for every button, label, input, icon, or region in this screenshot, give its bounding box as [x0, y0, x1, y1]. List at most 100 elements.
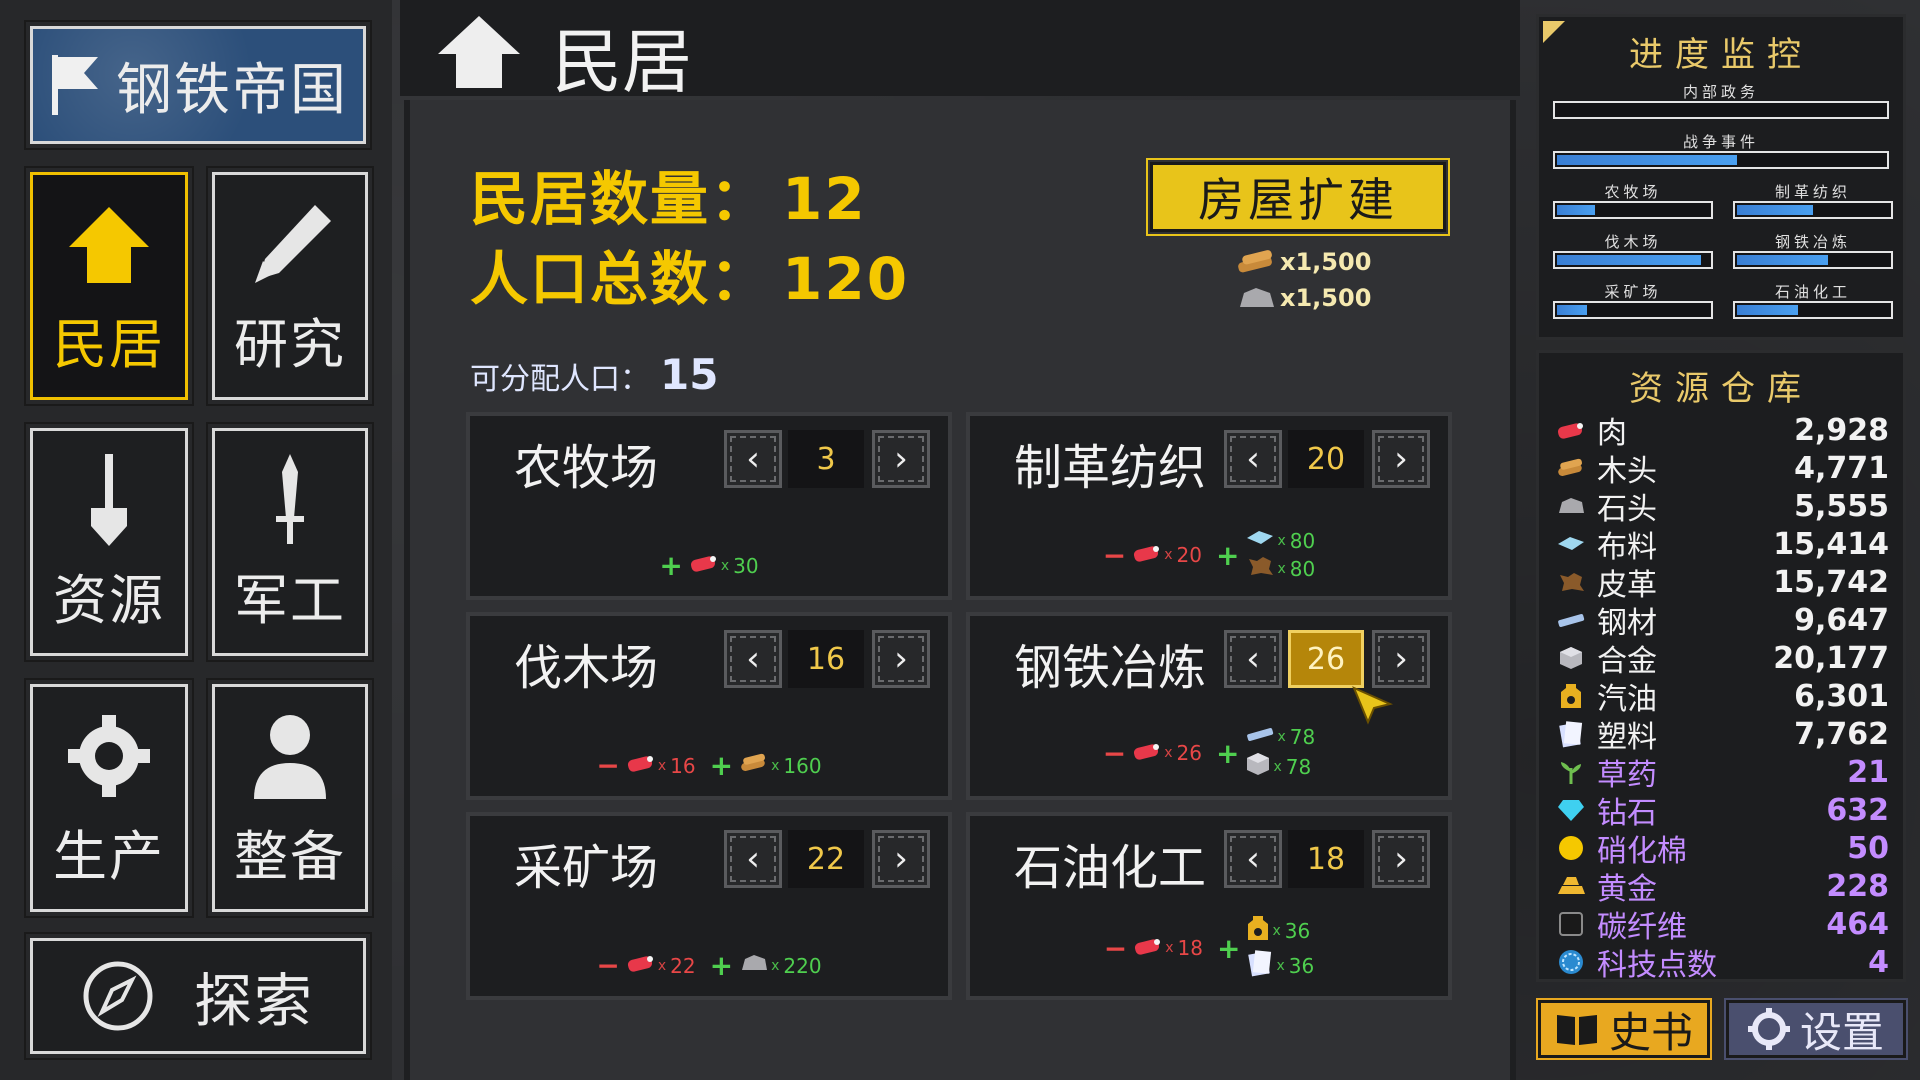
sword-icon — [240, 450, 340, 550]
nav-housing[interactable]: 民居 — [24, 166, 194, 406]
multiplier-x: x — [1164, 547, 1173, 563]
output-stack: x 80 x 80 — [1245, 528, 1315, 582]
progress-label: 石油化工 — [1774, 283, 1851, 301]
facility-card: 制革纺织 ‹ 20 › − x 20 + x 80 x 80 — [966, 412, 1452, 600]
herb-icon — [1553, 757, 1589, 787]
explore-button[interactable]: 探索 — [24, 932, 372, 1060]
nav-production[interactable]: 生产 — [24, 678, 194, 918]
progress-bar — [1733, 301, 1893, 319]
chevron-left-icon: ‹ — [746, 839, 760, 879]
effect-sign: + — [1216, 736, 1240, 770]
steel-icon — [1553, 605, 1589, 635]
multiplier-x: x — [1273, 758, 1282, 775]
effect: + x 220 — [710, 949, 822, 982]
facility-name: 农牧场 — [514, 440, 659, 496]
decrease-button[interactable]: ‹ — [1224, 830, 1282, 888]
resource-row: 汽油 6,301 — [1553, 677, 1889, 717]
resource-value: 20,177 — [1773, 640, 1889, 676]
history-button[interactable]: 史书 — [1536, 998, 1712, 1060]
effect: + x 30 — [659, 549, 758, 582]
worker-count-input[interactable]: 3 — [788, 430, 864, 488]
increase-button[interactable]: › — [872, 430, 930, 488]
multiplier-x: x — [771, 957, 780, 974]
worker-count-input[interactable]: 18 — [1288, 830, 1364, 888]
nav-military[interactable]: 军工 — [206, 422, 374, 662]
resource-row: 钻石 632 — [1553, 791, 1889, 831]
nav-equip[interactable]: 整备 — [206, 678, 374, 918]
worker-count-input[interactable]: 20 — [1288, 430, 1364, 488]
resource-value: 228 — [1826, 868, 1889, 904]
nav-research-label: 研究 — [234, 312, 346, 376]
multiplier-x: x — [720, 557, 730, 574]
meat-icon — [626, 753, 656, 778]
effect-amount: 22 — [670, 953, 696, 978]
increase-button[interactable]: › — [872, 830, 930, 888]
multiplier-x: x — [1165, 940, 1174, 956]
housing-count: 民居数量： 12 — [470, 152, 867, 236]
facility-effects: − x 16 + x 160 — [470, 749, 948, 782]
nav-resources[interactable]: 资源 — [24, 422, 194, 662]
effect-amount: 26 — [1176, 741, 1202, 765]
effect-sign: − — [596, 749, 620, 782]
expand-housing-button[interactable]: 房屋扩建 — [1146, 158, 1450, 236]
available-population: 可分配人口： 15 — [470, 350, 718, 399]
nav-research[interactable]: 研究 — [206, 166, 374, 406]
alloy-icon — [1553, 643, 1589, 673]
facility-card: 采矿场 ‹ 22 › − x 22 + x 220 — [466, 812, 952, 1000]
increase-button[interactable]: › — [1372, 630, 1430, 688]
gear-icon — [1747, 1008, 1790, 1050]
effect-amount: 18 — [1177, 936, 1203, 960]
settings-button[interactable]: 设置 — [1724, 998, 1908, 1060]
output-item: x 78 — [1245, 724, 1315, 749]
progress-fill — [1737, 205, 1813, 215]
resource-value: 7,762 — [1794, 716, 1889, 752]
resource-row: 科技点数 4 — [1553, 943, 1889, 983]
population-total: 人口总数： 120 — [470, 232, 909, 316]
diamond-icon — [1553, 795, 1589, 825]
effect-sign: + — [659, 549, 683, 582]
decrease-button[interactable]: ‹ — [724, 630, 782, 688]
progress-label: 采矿场 — [1604, 283, 1662, 301]
output-item: x 36 — [1246, 949, 1314, 982]
oil-icon — [1553, 681, 1589, 711]
progress-bar — [1733, 251, 1893, 269]
steel-icon — [1245, 724, 1275, 749]
resource-value: 464 — [1826, 906, 1889, 942]
person-icon — [240, 706, 340, 806]
increase-button[interactable]: › — [1372, 430, 1430, 488]
facility-name: 制革纺织 — [1014, 440, 1207, 496]
progress-bar — [1553, 301, 1713, 319]
worker-count-input[interactable]: 16 — [788, 630, 864, 688]
resource-value: 9,647 — [1794, 602, 1889, 638]
available-value: 15 — [660, 350, 719, 399]
decrease-button[interactable]: ‹ — [1224, 630, 1282, 688]
decrease-button[interactable]: ‹ — [724, 430, 782, 488]
compass-icon — [83, 961, 153, 1031]
worker-count-input[interactable]: 26 — [1288, 630, 1364, 688]
chevron-right-icon: › — [1394, 839, 1408, 879]
decrease-button[interactable]: ‹ — [724, 830, 782, 888]
facility-effects: − x 22 + x 220 — [470, 949, 948, 982]
page-header: 民居 — [400, 0, 1520, 103]
chevron-right-icon: › — [1394, 439, 1408, 479]
effect: − x 26 — [1103, 737, 1202, 770]
increase-button[interactable]: › — [872, 630, 930, 688]
effect-sign: − — [596, 949, 620, 982]
decrease-button[interactable]: ‹ — [1224, 430, 1282, 488]
resource-row: 肉 2,928 — [1553, 411, 1889, 451]
resource-value: 5,555 — [1794, 488, 1889, 524]
resource-value: 15,742 — [1773, 564, 1889, 600]
multiplier-x: x — [657, 757, 667, 774]
progress-label: 钢铁冶炼 — [1774, 233, 1851, 251]
facility-card: 石油化工 ‹ 18 › − x 18 + x 36 x 36 — [966, 812, 1452, 1000]
facility-effects: − x 20 + x 80 x 80 — [970, 528, 1448, 582]
chevron-right-icon: › — [894, 439, 908, 479]
worker-count-input[interactable]: 22 — [788, 830, 864, 888]
multiplier-x: x — [1277, 532, 1286, 549]
effect-amount: 30 — [733, 553, 759, 578]
facility-name: 钢铁冶炼 — [1014, 640, 1207, 696]
house-icon — [438, 16, 520, 88]
increase-button[interactable]: › — [1372, 830, 1430, 888]
resource-row: 塑料 7,762 — [1553, 715, 1889, 755]
chevron-right-icon: › — [1394, 639, 1408, 679]
